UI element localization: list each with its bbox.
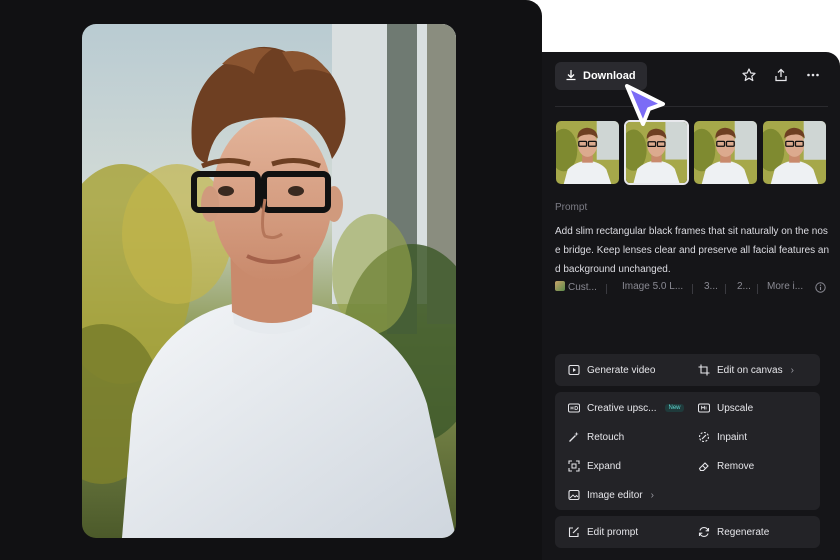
- pointer-cursor-icon: [619, 80, 671, 130]
- image-editor-button[interactable]: Image editor ›: [568, 489, 654, 501]
- new-badge: New: [665, 404, 684, 412]
- variation-thumbnail[interactable]: [555, 120, 620, 185]
- meta-item-ratio[interactable]: 3...: [704, 281, 718, 292]
- regenerate-button[interactable]: Regenerate: [698, 526, 769, 538]
- image-tools-group: Creative upsc... New Upscale Retouch Inp…: [555, 392, 820, 510]
- download-icon: [565, 69, 577, 84]
- prompt-label: Prompt: [555, 202, 588, 213]
- image-stage: [0, 0, 542, 560]
- share-icon[interactable]: [772, 66, 790, 84]
- remove-button[interactable]: Remove: [698, 460, 754, 472]
- meta-item-more[interactable]: More i...: [767, 281, 803, 292]
- expand-icon: [568, 460, 580, 472]
- meta-item-custom[interactable]: Cust...: [555, 281, 597, 293]
- variation-thumbnail[interactable]: [693, 120, 758, 185]
- generate-video-button[interactable]: Generate video: [568, 364, 655, 376]
- retouch-button[interactable]: Retouch: [568, 431, 624, 443]
- magic-wand-icon: [568, 431, 580, 443]
- eraser-icon: [698, 460, 710, 472]
- panel-toolbar: Download: [555, 62, 830, 92]
- crop-icon: [698, 364, 710, 376]
- image-edit-icon: [568, 489, 580, 501]
- chevron-right-icon: ›: [650, 489, 654, 501]
- meta-separator: [692, 284, 693, 294]
- hd-icon: [568, 402, 580, 414]
- meta-separator: [757, 284, 758, 294]
- edit-on-canvas-button[interactable]: Edit on canvas ›: [698, 364, 794, 376]
- info-icon[interactable]: [815, 282, 826, 296]
- variation-thumbnails: [555, 120, 827, 185]
- meta-separator: [606, 284, 607, 294]
- prompt-actions-group: Edit prompt Regenerate: [555, 516, 820, 548]
- meta-item-resolution[interactable]: 2...: [737, 281, 751, 292]
- video-icon: [568, 364, 580, 376]
- edit-prompt-button[interactable]: Edit prompt: [568, 526, 638, 538]
- more-icon[interactable]: [804, 66, 822, 84]
- inpaint-icon: [698, 431, 710, 443]
- upscale-button[interactable]: Upscale: [698, 402, 753, 414]
- edit-prompt-icon: [568, 526, 580, 538]
- refresh-icon: [698, 526, 710, 538]
- details-panel: Download Prompt Add slim rectangular bla…: [542, 52, 840, 560]
- meta-separator: [725, 284, 726, 294]
- upscale-icon: [698, 402, 710, 414]
- inpaint-button[interactable]: Inpaint: [698, 431, 747, 443]
- star-icon[interactable]: [740, 66, 758, 84]
- meta-item-model[interactable]: Image 5.0 L...: [622, 281, 683, 292]
- variation-thumbnail[interactable]: [762, 120, 827, 185]
- video-canvas-group: Generate video Edit on canvas ›: [555, 354, 820, 386]
- creative-upscale-button[interactable]: Creative upsc... New: [568, 402, 684, 414]
- generated-portrait-image[interactable]: [82, 24, 456, 538]
- toolbar-divider: [555, 106, 828, 107]
- style-avatar-icon: [555, 281, 565, 291]
- expand-button[interactable]: Expand: [568, 460, 621, 472]
- generation-meta: Cust... Image 5.0 L... 3... 2... More i.…: [555, 281, 827, 297]
- prompt-text: Add slim rectangular black frames that s…: [555, 226, 830, 275]
- chevron-right-icon: ›: [790, 364, 794, 376]
